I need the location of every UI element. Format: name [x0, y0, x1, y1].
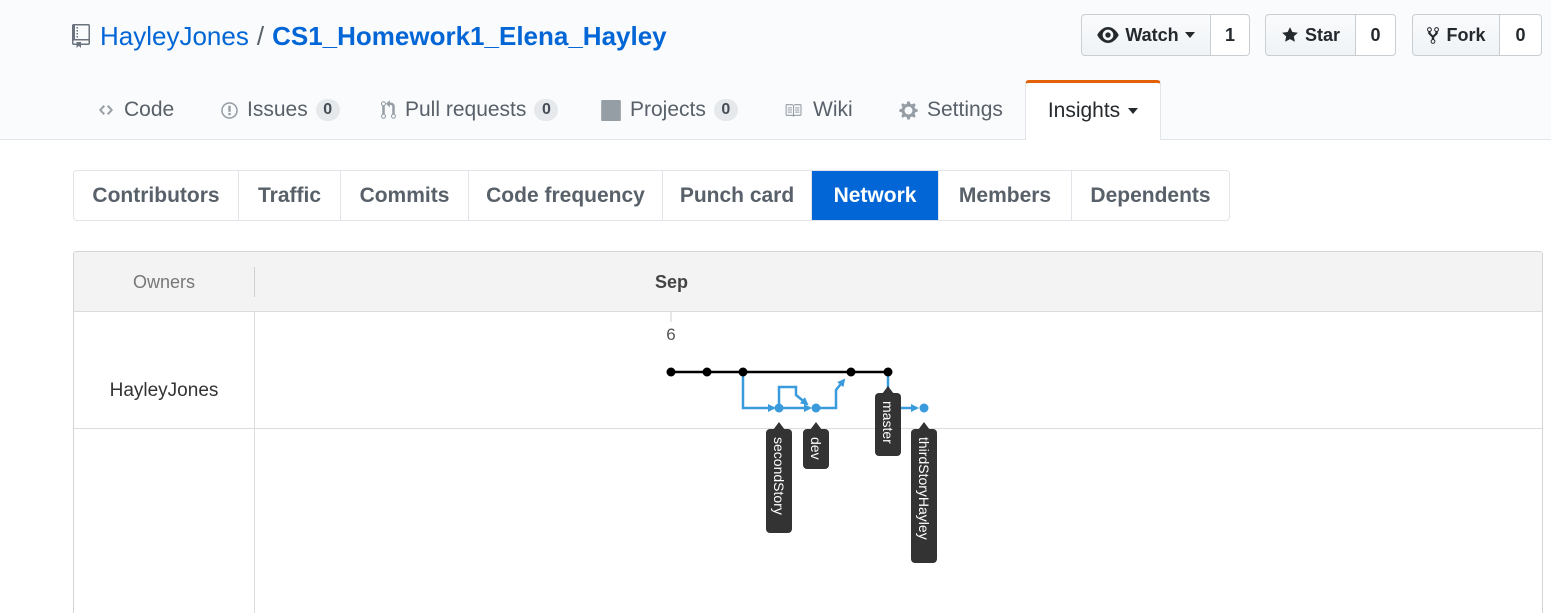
repo-owner-link[interactable]: HayleyJones	[100, 21, 249, 52]
branch-label-third-story-hayley[interactable]: thirdStoryHayley	[911, 422, 937, 563]
star-count[interactable]: 0	[1356, 14, 1396, 56]
caret-down-icon	[1184, 32, 1195, 38]
dev-branch-path	[777, 385, 809, 408]
commit-dot[interactable]	[919, 403, 929, 413]
subnav-members[interactable]: Members	[938, 171, 1071, 220]
tab-issues[interactable]: Issues 0	[220, 80, 340, 140]
pull-requests-counter: 0	[534, 99, 559, 121]
path-separator: /	[256, 20, 265, 51]
commit-dot[interactable]	[702, 367, 712, 377]
star-icon	[1282, 27, 1298, 42]
repo-nav: Code Issues 0 Pull requests 0 Projects 0	[0, 80, 1551, 140]
star-group: Star 0	[1265, 14, 1396, 56]
fork-button[interactable]: Fork	[1412, 14, 1500, 56]
tab-issues-label: Issues	[247, 98, 308, 121]
merge-path	[816, 378, 846, 410]
commit-dot[interactable]	[738, 367, 748, 377]
tab-wiki[interactable]: Wiki	[781, 80, 853, 140]
tab-projects[interactable]: Projects 0	[600, 80, 738, 140]
gear-icon	[899, 100, 918, 120]
tab-insights[interactable]: Insights	[1025, 80, 1161, 140]
pull-request-icon	[381, 100, 396, 119]
svg-text:secondStory: secondStory	[771, 437, 787, 515]
book-icon	[785, 103, 802, 117]
subnav-code-frequency[interactable]: Code frequency	[468, 171, 662, 220]
commit-dot[interactable]	[811, 403, 821, 413]
watch-group: Watch 1	[1081, 14, 1250, 56]
svg-text:master: master	[880, 401, 896, 444]
svg-text:dev: dev	[808, 437, 824, 460]
tab-settings-label: Settings	[927, 98, 1003, 121]
tab-projects-label: Projects	[630, 98, 706, 121]
tab-pull-requests[interactable]: Pull requests 0	[380, 80, 559, 140]
eye-icon	[1097, 27, 1119, 43]
watch-count[interactable]: 1	[1211, 14, 1250, 56]
star-label: Star	[1304, 24, 1340, 45]
tab-wiki-label: Wiki	[813, 98, 853, 121]
subnav-dependents[interactable]: Dependents	[1071, 171, 1229, 220]
commit-graph[interactable]: 6 secondStory dev master thirdStoryHayle…	[74, 252, 1542, 613]
tab-code-label: Code	[124, 98, 175, 121]
fork-icon	[1427, 26, 1440, 44]
code-icon	[99, 105, 113, 115]
day-label: 6	[666, 325, 675, 344]
subnav-contributors[interactable]: Contributors	[74, 171, 238, 220]
second-story-branch-path	[741, 372, 776, 412]
subnav-punch-card[interactable]: Punch card	[662, 171, 811, 220]
projects-counter: 0	[713, 99, 738, 121]
fork-group: Fork 0	[1412, 14, 1542, 56]
tab-code[interactable]: Code	[96, 80, 174, 140]
commit-dot[interactable]	[883, 367, 893, 377]
branch-label-second-story[interactable]: secondStory	[766, 422, 792, 533]
svg-text:thirdStoryHayley: thirdStoryHayley	[916, 437, 932, 540]
insights-subnav: Contributors Traffic Commits Code freque…	[73, 170, 1230, 221]
commit-dot[interactable]	[846, 367, 856, 377]
caret-down-icon	[1128, 107, 1139, 114]
star-button[interactable]: Star	[1265, 14, 1356, 56]
commit-dot[interactable]	[774, 403, 784, 413]
fork-label: Fork	[1446, 24, 1486, 45]
fork-count[interactable]: 0	[1500, 14, 1542, 56]
watch-button[interactable]: Watch	[1081, 14, 1211, 56]
network-graph: Owners Sep HayleyJones 6 secondStory dev…	[73, 251, 1543, 613]
project-icon	[601, 99, 621, 121]
subnav-traffic[interactable]: Traffic	[238, 171, 340, 220]
repo-title: HayleyJones / CS1_Homework1_Elena_Hayley	[72, 18, 667, 54]
issues-counter: 0	[315, 99, 340, 121]
branch-label-master[interactable]: master	[875, 386, 901, 456]
repo-icon	[72, 24, 90, 48]
tab-pull-requests-label: Pull requests	[405, 98, 527, 121]
tab-settings[interactable]: Settings	[898, 80, 1003, 140]
subnav-network[interactable]: Network	[811, 171, 938, 220]
subnav-commits[interactable]: Commits	[340, 171, 468, 220]
tab-insights-label: Insights	[1047, 98, 1121, 122]
repo-name-link[interactable]: CS1_Homework1_Elena_Hayley	[272, 21, 667, 52]
branch-label-dev[interactable]: dev	[803, 422, 829, 469]
commit-dot[interactable]	[666, 367, 676, 377]
repo-header: HayleyJones / CS1_Homework1_Elena_Hayley…	[0, 0, 1551, 140]
issue-icon	[221, 101, 238, 119]
watch-label: Watch	[1125, 24, 1179, 45]
